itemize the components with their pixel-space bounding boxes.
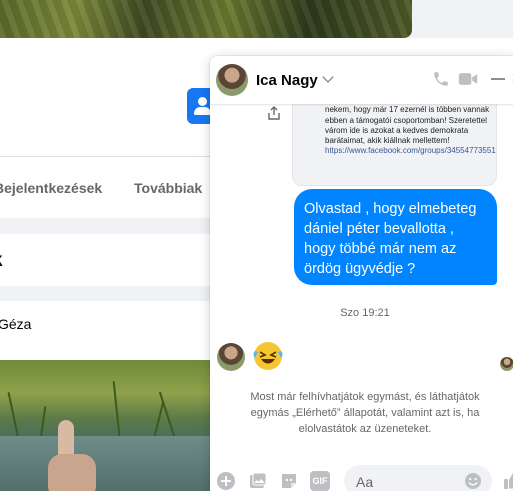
shared-post-preview[interactable]: kritikáim miatt. Ezért nagyon-nagyon jól…	[292, 96, 497, 186]
contact-avatar-small[interactable]	[217, 343, 245, 371]
sticker-icon[interactable]	[279, 471, 299, 491]
shared-post-text: kritikáim miatt. Ezért nagyon-nagyon jól…	[325, 97, 496, 157]
image-icon[interactable]	[248, 471, 268, 491]
share-icon[interactable]	[267, 106, 281, 120]
tab-logins[interactable]: Bejelentkezések	[0, 180, 102, 196]
read-receipt-avatar	[500, 357, 513, 371]
message-composer: GIF Aa	[210, 460, 513, 491]
tabs-divider	[0, 156, 210, 157]
post-photo[interactable]	[0, 360, 210, 491]
section-card	[0, 234, 210, 286]
message-input-placeholder: Aa	[356, 474, 374, 490]
shared-post-link[interactable]: https://www.facebook.com/groups/34554773…	[325, 146, 496, 155]
chat-header: Ica Nagy	[210, 56, 513, 104]
phone-icon[interactable]	[432, 70, 450, 88]
plus-icon[interactable]	[216, 471, 236, 491]
contact-name[interactable]: Ica Nagy	[256, 72, 318, 89]
minimize-icon[interactable]	[491, 78, 505, 80]
post-author-name[interactable]: Géza	[0, 316, 31, 332]
message-timestamp: Szo 19:21	[340, 307, 390, 319]
thumbs-up-hand	[40, 420, 110, 491]
video-icon[interactable]	[458, 70, 478, 88]
rolling-laughing-emoji[interactable]	[252, 340, 284, 372]
chevron-down-icon[interactable]	[322, 71, 334, 83]
connection-notice: Most már felhívhatjátok egymást, és láth…	[250, 391, 480, 435]
chat-window: Ica Nagy kritikáim miatt. Ezért nagyon-n…	[210, 56, 513, 491]
message-input[interactable]: Aa	[344, 465, 492, 491]
like-icon[interactable]	[502, 471, 513, 491]
tab-more[interactable]: Továbbiak	[134, 180, 202, 196]
gif-icon[interactable]: GIF	[310, 471, 330, 491]
sent-message-bubble[interactable]: Olvastad , hogy elmebeteg dániel péter b…	[294, 189, 497, 285]
cover-photo	[0, 0, 412, 38]
emoji-icon[interactable]	[464, 472, 482, 490]
contact-avatar[interactable]	[216, 64, 248, 96]
section-title: k	[0, 250, 3, 272]
